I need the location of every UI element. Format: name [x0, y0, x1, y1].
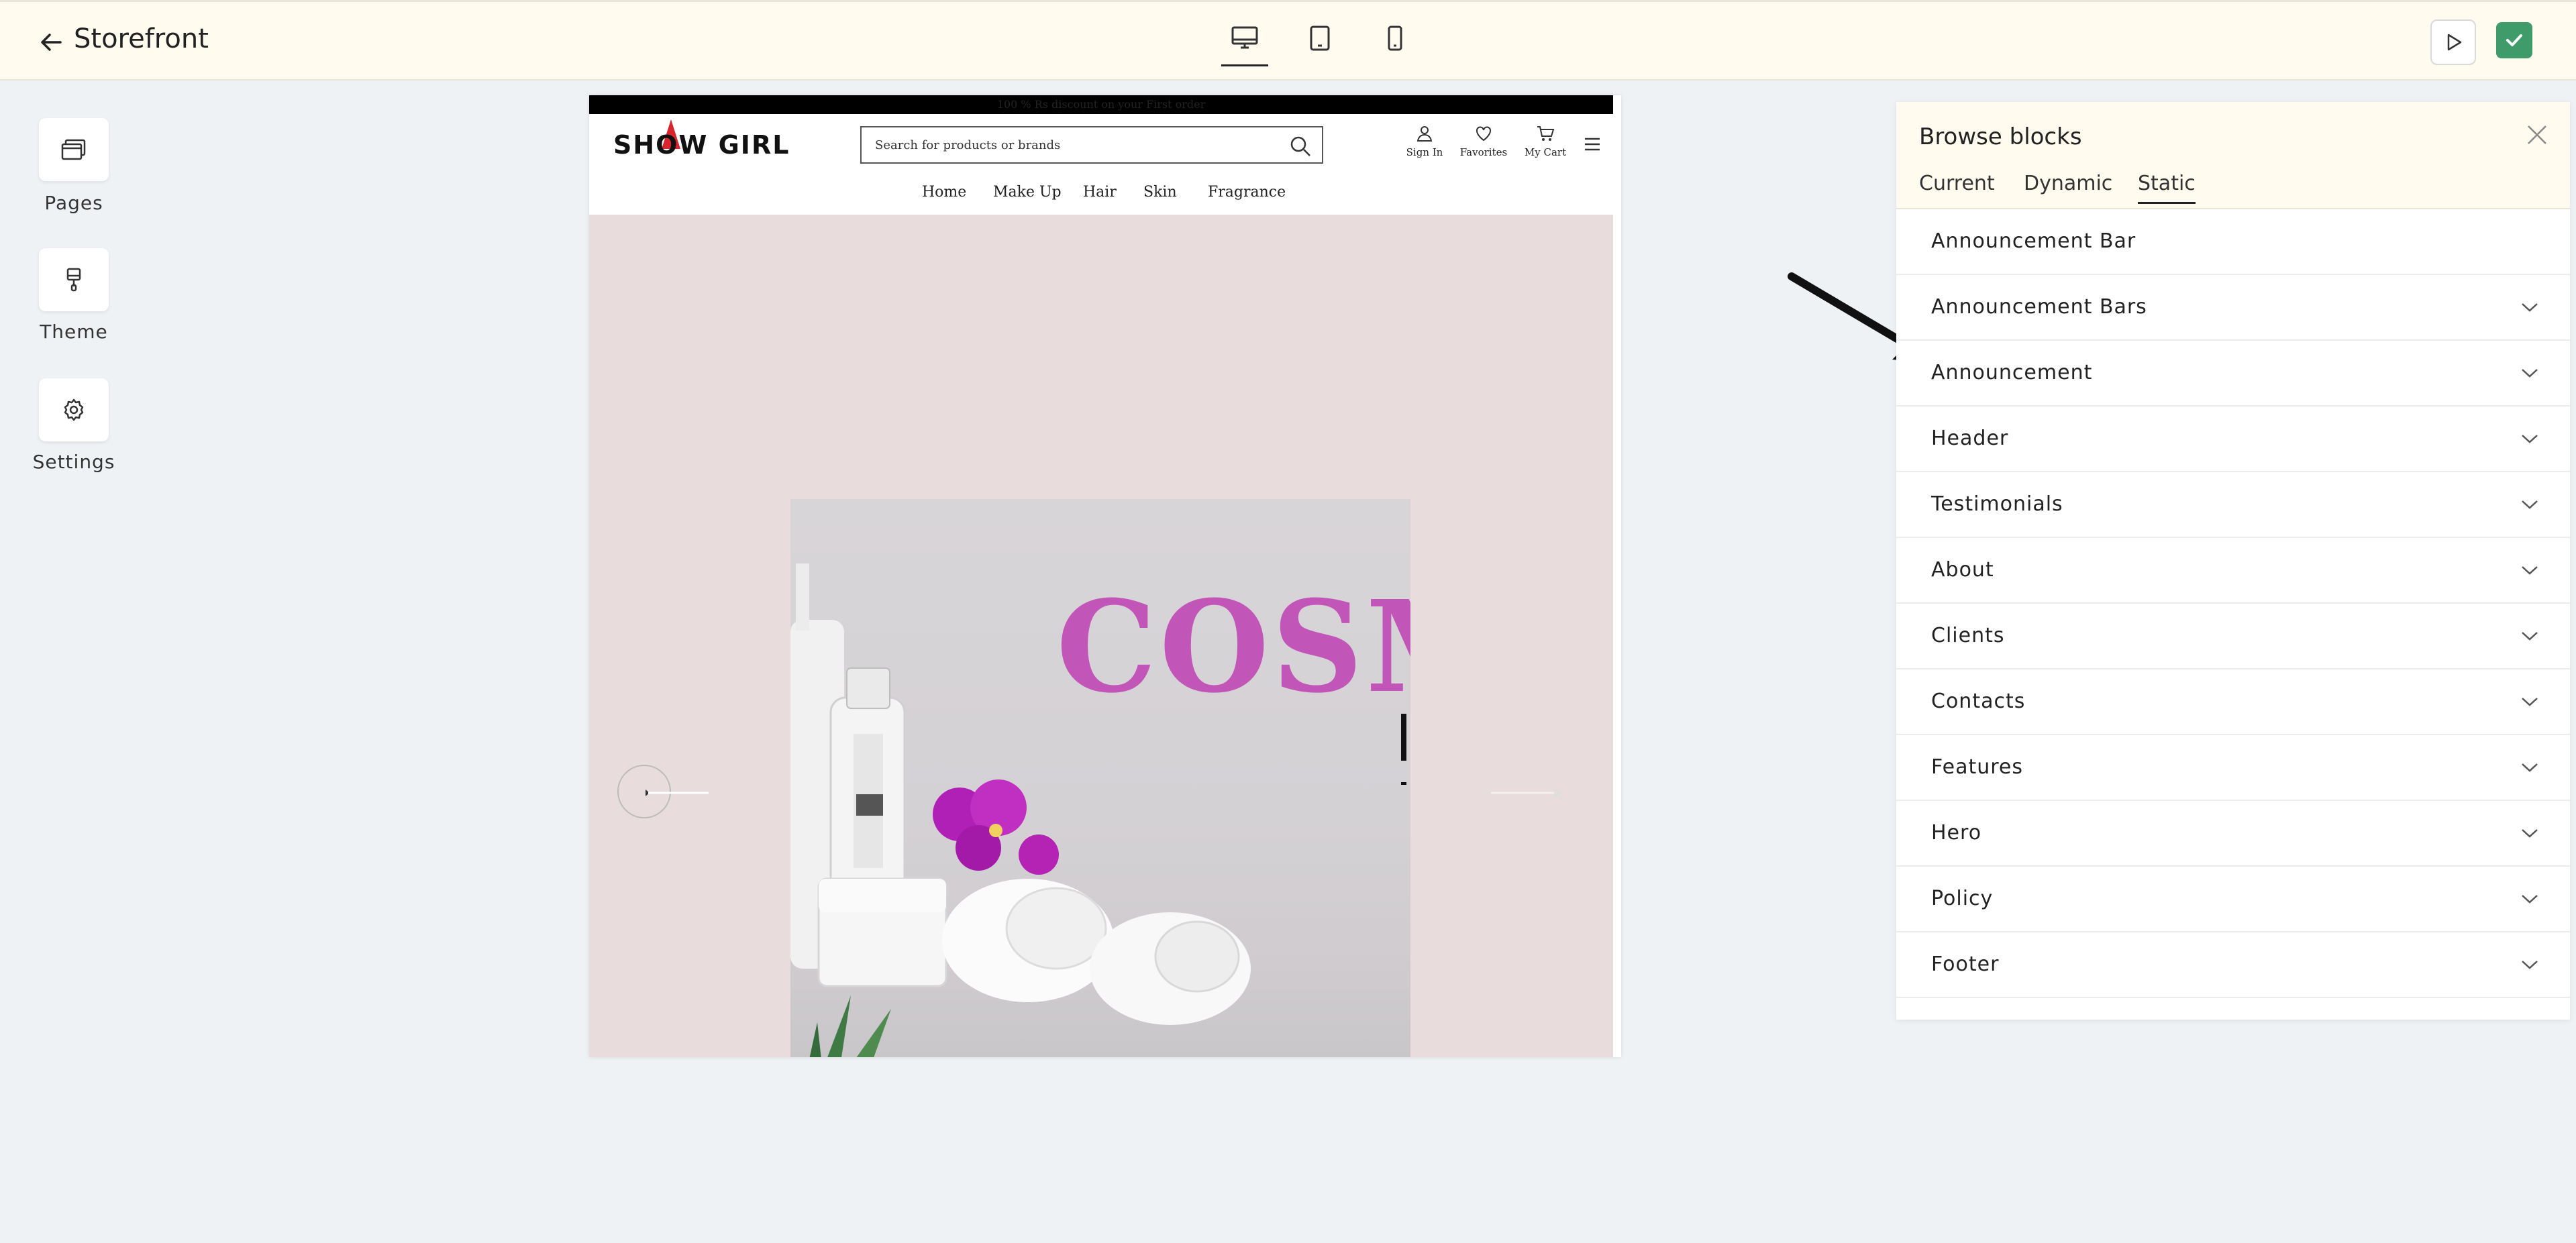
block-label: Header	[1931, 427, 2009, 450]
cosmetics-photo	[790, 563, 1406, 1057]
settings-label: Settings	[32, 451, 115, 473]
carousel-next-icon[interactable]	[1491, 786, 1565, 800]
back-arrow-icon[interactable]	[36, 28, 66, 57]
desktop-view-button[interactable]	[1221, 25, 1268, 66]
chevron-down-icon[interactable]	[2520, 366, 2539, 380]
tablet-view-button[interactable]	[1296, 25, 1343, 66]
sign-in-link[interactable]: Sign In	[1394, 125, 1455, 158]
block-label: Announcement Bar	[1931, 229, 2136, 253]
arrow-left-icon	[646, 790, 709, 796]
chevron-down-icon[interactable]	[2520, 892, 2539, 906]
heart-icon	[1476, 126, 1491, 142]
theme-button[interactable]	[39, 248, 109, 311]
search-placeholder: Search for products or brands	[875, 138, 1061, 152]
block-announcement[interactable]: Announcement	[1896, 341, 2570, 407]
block-hero[interactable]: Hero	[1896, 801, 2570, 867]
block-announcement-bar[interactable]: Announcement Bar	[1896, 209, 2570, 275]
search-icon[interactable]	[1288, 134, 1312, 158]
pages-icon	[61, 139, 86, 160]
chevron-down-icon[interactable]	[2520, 629, 2539, 643]
tab-static[interactable]: Static	[2138, 172, 2196, 204]
chevron-down-icon[interactable]	[2520, 563, 2539, 577]
theme-label: Theme	[40, 321, 108, 343]
gear-icon	[64, 398, 84, 421]
chevron-down-icon[interactable]	[2520, 826, 2539, 840]
save-confirm-button[interactable]	[2496, 22, 2532, 58]
cart-label: My Cart	[1524, 146, 1567, 158]
settings-button[interactable]	[39, 378, 109, 441]
block-label: Contacts	[1931, 690, 2026, 713]
check-icon	[2506, 34, 2522, 46]
block-announcement-bars[interactable]: Announcement Bars	[1896, 275, 2570, 341]
carousel-prev-button[interactable]	[617, 765, 709, 818]
top-bar: Storefront	[0, 0, 2576, 80]
hamburger-menu-icon[interactable]	[1584, 137, 1601, 152]
chevron-down-icon[interactable]	[2520, 958, 2539, 971]
block-header[interactable]: Header	[1896, 407, 2570, 472]
preview-play-button[interactable]	[2430, 19, 2476, 65]
storefront-preview[interactable]: 100 % Rs discount on your First order SH…	[589, 95, 1621, 1057]
block-label: Features	[1931, 755, 2023, 779]
nav-make-up[interactable]: Make Up	[993, 184, 1062, 201]
block-label: Hero	[1931, 821, 1982, 845]
pages-button[interactable]	[39, 118, 109, 181]
block-label: Footer	[1931, 953, 2000, 976]
chevron-down-icon[interactable]	[2520, 498, 2539, 511]
sign-in-label: Sign In	[1406, 146, 1443, 158]
block-label: Policy	[1931, 887, 1994, 910]
block-label: About	[1931, 558, 1994, 582]
chevron-down-icon[interactable]	[2520, 695, 2539, 708]
block-testimonials[interactable]: Testimonials	[1896, 472, 2570, 538]
close-icon[interactable]	[2526, 123, 2548, 146]
panel-header: Browse blocks Current Dynamic Static	[1896, 102, 2570, 209]
brush-icon	[66, 268, 81, 292]
tablet-icon	[1310, 25, 1330, 51]
favorites-label: Favorites	[1459, 146, 1508, 158]
block-label: Announcement	[1931, 361, 2093, 384]
app-title: Storefront	[74, 23, 209, 54]
announcement-bar: 100 % Rs discount on your First order	[589, 95, 1613, 114]
block-label: Announcement Bars	[1931, 295, 2147, 319]
chevron-down-icon[interactable]	[2520, 432, 2539, 445]
block-clients[interactable]: Clients	[1896, 604, 2570, 669]
block-contacts[interactable]: Contacts	[1896, 669, 2570, 735]
store-search-input[interactable]: Search for products or brands	[860, 126, 1323, 164]
cart-icon	[1537, 126, 1555, 141]
nav-home[interactable]: Home	[922, 184, 966, 201]
desktop-icon	[1231, 26, 1258, 49]
nav-hair[interactable]: Hair	[1083, 184, 1117, 201]
block-label: Testimonials	[1931, 492, 2063, 516]
mobile-icon	[1388, 25, 1402, 51]
hero-carousel: COSM	[589, 215, 1613, 1057]
nav-fragrance[interactable]: Fragrance	[1208, 184, 1286, 201]
browse-blocks-panel: Browse blocks Current Dynamic Static Ann…	[1896, 102, 2570, 1020]
tab-current[interactable]: Current	[1919, 172, 1995, 202]
hero-banner-image[interactable]: COSM	[790, 499, 1410, 1057]
block-list: Announcement Bar Announcement Bars Annou…	[1896, 209, 2570, 998]
block-label: Clients	[1931, 624, 2005, 647]
tab-dynamic[interactable]: Dynamic	[2024, 172, 2112, 202]
play-icon	[2447, 34, 2462, 51]
mobile-view-button[interactable]	[1372, 25, 1419, 66]
nav-skin[interactable]: Skin	[1143, 184, 1177, 201]
pages-label: Pages	[44, 192, 103, 214]
user-icon	[1416, 126, 1433, 142]
cart-link[interactable]: My Cart	[1515, 125, 1576, 158]
store-logo[interactable]: SHOW GIRL	[613, 130, 790, 160]
favorites-link[interactable]: Favorites	[1453, 125, 1514, 158]
panel-title: Browse blocks	[1919, 123, 2082, 150]
chevron-down-icon[interactable]	[2520, 761, 2539, 774]
block-features[interactable]: Features	[1896, 735, 2570, 801]
block-footer[interactable]: Footer	[1896, 932, 2570, 998]
block-about[interactable]: About	[1896, 538, 2570, 604]
block-policy[interactable]: Policy	[1896, 867, 2570, 932]
chevron-down-icon[interactable]	[2520, 301, 2539, 314]
